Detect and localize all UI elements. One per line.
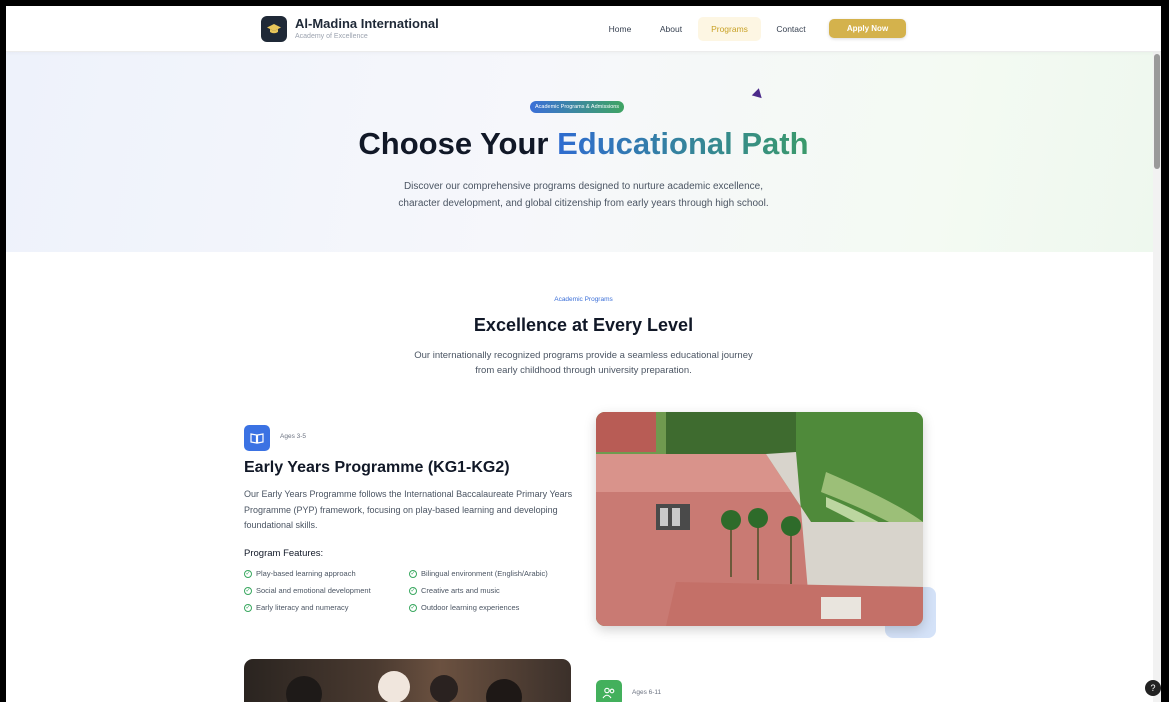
feature-label: Bilingual environment (English/Arabic) [421,569,548,578]
check-circle-icon: ✓ [244,586,252,595]
check-circle-icon: ✓ [409,586,417,595]
program-description: Our Early Years Programme follows the In… [244,489,573,530]
graduation-cap-icon [267,24,281,34]
check-circle-icon: ✓ [244,569,252,578]
program-icon [244,425,270,451]
feature-item: ✓ Creative arts and music [409,586,500,595]
book-open-icon [250,433,264,444]
nav-contact[interactable]: Contact [771,19,811,39]
check-circle-icon: ✓ [244,603,252,612]
feature-item: ✓ Social and emotional development [244,586,371,595]
section-description-line1: Our internationally recognized programs … [414,350,753,361]
users-icon [602,687,615,699]
program-title: Early Years Programme (KG1-KG2) [244,459,510,476]
section-description-line2: from early childhood through university … [475,365,692,376]
hero-badge: Academic Programs & Admissions [530,101,625,113]
program-age: Ages 6-11 [632,689,662,696]
help-button[interactable]: ? [1145,680,1161,696]
scrollbar[interactable] [1153,6,1161,702]
hero-description-line1: Discover our comprehensive programs desi… [403,181,764,192]
campus-aerial-image [596,412,923,626]
feature-label: Outdoor learning experiences [421,603,520,612]
section-title: Excellence at Every Level [473,315,694,335]
program-age: Ages 3-5 [280,433,307,440]
nav-programs[interactable]: Programs [698,17,761,41]
navbar: Al-Madina International Academy of Excel… [6,6,1161,52]
hero-title-part1: Choose Your [358,126,558,161]
scrollbar-thumb[interactable] [1154,54,1160,169]
feature-label: Social and emotional development [256,586,371,595]
feature-label: Creative arts and music [421,586,500,595]
check-circle-icon: ✓ [409,569,417,578]
check-circle-icon: ✓ [409,603,417,612]
students-classroom-image [244,659,571,702]
hero-section: Academic Programs & Admissions Choose Yo… [6,52,1161,252]
hero-title: Choose Your Educational Path [6,126,1161,162]
feature-item: ✓ Play-based learning approach [244,569,356,578]
brand-subtitle: Academy of Excellence [295,33,368,40]
section-tag: Academic Programs [554,296,613,303]
campus-illustration [596,412,923,626]
features-title: Program Features: [244,548,324,559]
browser-page: Al-Madina International Academy of Excel… [6,6,1161,702]
feature-item: ✓ Bilingual environment (English/Arabic) [409,569,548,578]
brand-title[interactable]: Al-Madina International [295,16,439,31]
hero-description-line2: character development, and global citize… [398,198,769,209]
nav-home[interactable]: Home [602,19,638,39]
feature-item: ✓ Outdoor learning experiences [409,603,519,612]
feature-label: Early literacy and numeracy [256,603,349,612]
feature-label: Play-based learning approach [256,569,356,578]
program-icon [596,680,622,702]
apply-now-button[interactable]: Apply Now [829,19,906,38]
students-illustration [286,671,522,702]
hero-title-highlight: Educational Path [557,126,809,161]
nav-about[interactable]: About [653,19,689,39]
logo[interactable] [261,16,287,42]
feature-item: ✓ Early literacy and numeracy [244,603,349,612]
